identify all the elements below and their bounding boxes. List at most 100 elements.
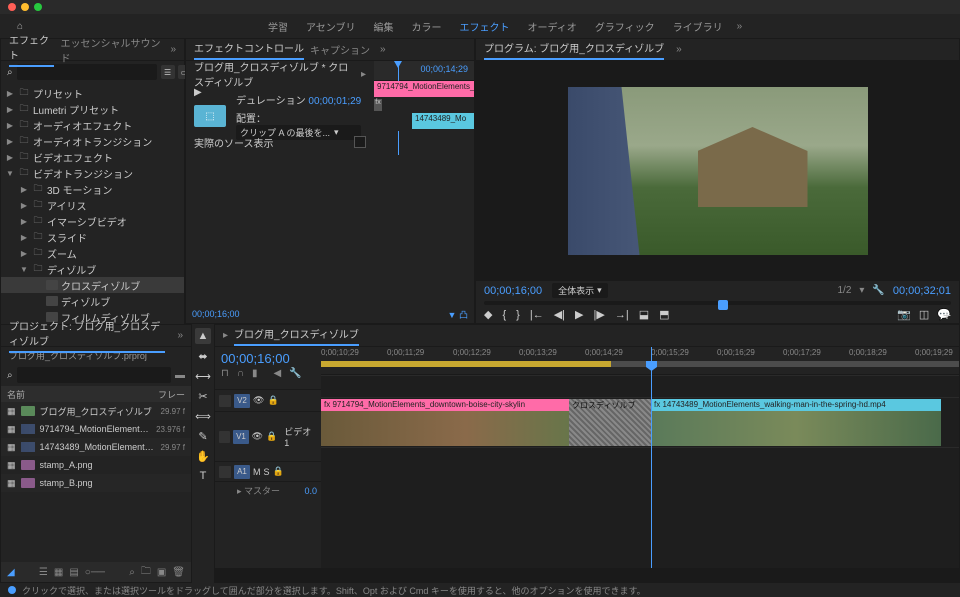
effect-controls-tab[interactable]: エフェクトコントロール [194,40,304,60]
preset-icon[interactable]: ☰ [161,65,175,79]
tree-node[interactable]: ▶🗀プリセット [1,85,184,101]
track-select-tool[interactable]: ⬌ [195,348,211,364]
transition-crossdissolve[interactable]: クロスディゾルブ [569,399,651,446]
lock-icon[interactable]: 🔒 [273,466,284,477]
tree-node[interactable]: ▶🗀オーディオトランジション [1,133,184,149]
zoom-dropdown[interactable]: 全体表示▾ [552,283,608,298]
selection-tool[interactable]: ▲ [195,328,211,344]
overflow-icon[interactable]: » [676,44,682,55]
tree-node[interactable]: ▶🗀オーディオエフェクト [1,117,184,133]
ec-clip-a[interactable]: 9714794_MotionElements_downtown-bo [374,81,474,97]
tree-node[interactable]: クロスディゾルブ [1,277,184,293]
col-name[interactable]: 名前 [7,388,25,401]
timeline-ruler[interactable]: 0;00;10;290;00;11;290;00;12;290;00;13;29… [321,347,959,375]
clip-2[interactable]: fx 14743489_MotionElements_walking-man-i… [651,399,941,446]
slip-tool[interactable]: ⟺ [195,408,211,424]
wrench-icon[interactable]: 🔧 [872,285,884,296]
trash-icon[interactable]: 🗑 [172,567,185,578]
workspace-学習[interactable]: 学習 [268,19,288,34]
track-v1[interactable]: V1👁🔒ビデオ 1 [215,411,321,461]
tree-node[interactable]: ▼🗀ディゾルブ [1,261,184,277]
program-monitor[interactable] [476,61,959,281]
go-in-icon[interactable]: |← [530,309,544,321]
mark-out-icon[interactable]: } [516,309,520,321]
tree-node[interactable]: ▶🗀アイリス [1,197,184,213]
project-search-input[interactable] [17,367,171,383]
pen-tool[interactable]: ✎ [195,428,211,444]
lock-icon[interactable]: 🔒 [267,395,278,406]
home-icon[interactable]: ⌂ [0,21,40,32]
workspace-オーディオ[interactable]: オーディオ [528,19,577,34]
workspace-グラフィック[interactable]: グラフィック [595,19,655,34]
go-out-icon[interactable]: →| [615,309,629,321]
icon-view-icon[interactable]: ▦ [54,567,63,578]
project-list[interactable]: ▦ブログ用_クロスディゾルブ29.97 f▦9714794_MotionElem… [1,402,191,562]
sound-tab[interactable]: エッセンシャルサウンド [60,35,160,65]
program-tab[interactable]: プログラム: ブログ用_クロスディゾルブ [484,40,664,60]
list-view-icon[interactable]: ☰ [39,567,48,578]
transition-chip[interactable]: ⬚ [194,105,226,127]
track-v2[interactable]: V2👁🔒 [215,389,321,411]
scale-label[interactable]: 1/2 [837,285,851,296]
wrench-icon[interactable]: 🔧 [289,368,301,379]
new-bin-icon[interactable]: 🗀 [141,564,151,581]
overflow-icon[interactable]: » [380,44,386,55]
tree-node[interactable]: ▶🗀Lumetri プリセット [1,101,184,117]
project-item[interactable]: ▦9714794_MotionElements_do23.976 f [1,420,191,438]
clip-1[interactable]: fx 9714794_MotionElements_downtown-boise… [321,399,611,446]
tree-node[interactable]: ▶🗀3D モーション [1,181,184,197]
type-tool[interactable]: T [195,468,211,484]
workspace-ライブラリ[interactable]: ライブラリ [673,19,723,34]
chevron-right-icon[interactable]: ▸ [361,69,366,80]
button-editor-icon[interactable]: + [943,307,951,323]
timeline-tab[interactable]: ブログ用_クロスディゾルブ [234,326,359,346]
tree-node[interactable]: ▶🗀スライド [1,229,184,245]
snap-icon[interactable]: ⊓ [221,368,229,379]
workspace-アセンブリ[interactable]: アセンブリ [306,19,356,34]
project-tab[interactable]: プロジェクト: ブログ用_クロスディゾルブ [9,318,165,353]
tree-node[interactable]: ▶🗀ビデオエフェクト [1,149,184,165]
workspace-編集[interactable]: 編集 [374,19,394,34]
wrench-icon[interactable]: 凸 [459,310,468,320]
lift-icon[interactable]: ⬓ [639,308,649,321]
find-icon[interactable]: ⌕ [129,567,135,578]
timeline-area[interactable]: 0;00;10;290;00;11;290;00;12;290;00;13;29… [321,347,959,568]
timeline-tc[interactable]: 00;00;16;00 [221,351,315,366]
settings-icon[interactable]: ◀ [274,368,282,379]
filter-icon[interactable]: ▬ [175,370,185,381]
program-tc[interactable]: 00;00;16;00 [484,285,542,297]
project-item[interactable]: ▦ブログ用_クロスディゾルブ29.97 f [1,402,191,420]
minimize-window[interactable] [21,3,29,11]
lock-icon[interactable]: 🔒 [266,431,277,442]
filter-icon[interactable]: ▼ [448,310,457,320]
compare-icon[interactable]: ◫ [919,308,929,321]
col-framerate[interactable]: フレー [158,388,185,401]
tree-node[interactable]: ディゾルブ [1,293,184,309]
tree-node[interactable]: ▶🗀ズーム [1,245,184,261]
project-item[interactable]: ▦stamp_A.png [1,456,191,474]
chevron-down-icon[interactable]: ▾ [859,285,864,296]
workspace-エフェクト[interactable]: エフェクト [460,19,510,34]
track-a1[interactable]: A1MS🔒 [215,461,321,481]
link-icon[interactable]: ∩ [237,368,244,379]
export-frame-icon[interactable]: 📷 [897,308,911,321]
marker-icon[interactable]: ▮ [252,368,258,379]
new-item-dropdown[interactable]: ▣ [157,567,166,578]
add-marker-icon[interactable]: ◆ [484,308,492,321]
caption-tab[interactable]: キャプション [310,42,370,57]
project-item[interactable]: ▦stamp_B.png [1,474,191,492]
hand-tool[interactable]: ✋ [195,448,211,464]
play-icon[interactable]: ▶ [194,87,202,98]
extract-icon[interactable]: ⬒ [659,308,669,321]
timeline-playhead[interactable] [651,347,652,568]
source-checkbox[interactable] [354,136,366,148]
tree-node[interactable]: ▶🗀イマーシブビデオ [1,213,184,229]
new-item-icon[interactable]: ◢ [7,567,15,578]
close-window[interactable] [8,3,16,11]
overflow-icon[interactable]: » [737,21,743,32]
razor-tool[interactable]: ✂ [195,388,211,404]
project-item[interactable]: ▦14743489_MotionElements_w29.97 f [1,438,191,456]
play-icon[interactable]: ▶ [575,308,583,321]
step-back-icon[interactable]: ◀| [554,308,565,321]
timeline-zoom[interactable] [215,568,959,582]
